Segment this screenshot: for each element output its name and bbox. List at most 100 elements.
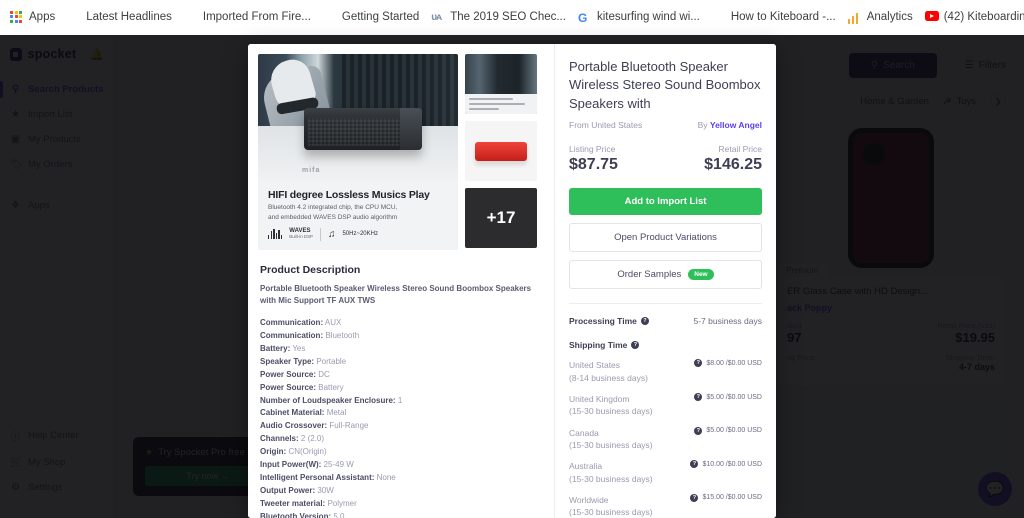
product-spec-item: Communication: Bluetooth (260, 330, 542, 343)
product-description-lead: Portable Bluetooth Speaker Wireless Ster… (260, 284, 532, 306)
new-badge: New (688, 269, 714, 281)
shipping-rates-list: United States (8-14 business days)? $8.00… (569, 359, 762, 518)
processing-time-row: Processing Time ? 5-7 business days (569, 316, 762, 326)
spec-key: Intelligent Personal Assistant: (260, 473, 375, 483)
ua-icon: ᴜᴀ (431, 11, 442, 23)
product-brand-label: mifa (302, 167, 321, 174)
product-spec-item: Origin: CN(Origin) (260, 446, 542, 459)
product-spec-item: Output Power: 30W (260, 485, 542, 498)
spec-value: Metal (324, 408, 347, 418)
bookmark-kitesurfing-wind[interactable]: G kitesurfing wind wi... (574, 6, 708, 30)
product-spec-item: Power Source: Battery (260, 382, 542, 395)
product-supplier[interactable]: By Yellow Angel (698, 120, 762, 130)
shipping-cost: ? $10.00 /$0.00 USD (690, 460, 762, 469)
gallery-thumbnail-1[interactable] (465, 54, 537, 114)
google-icon: G (577, 10, 588, 25)
spec-key: Number of Loudspeaker Enclosure: (260, 395, 396, 405)
firefox-icon (323, 11, 337, 25)
divider (319, 227, 321, 241)
speaker-end-cap (400, 108, 422, 150)
shipping-cost-value: $15.00 /$0.00 USD (702, 494, 762, 502)
audio-bars-icon (268, 229, 283, 239)
retail-price-value: $146.25 (704, 156, 762, 174)
shipping-cost-value: $10.00 /$0.00 USD (702, 460, 762, 468)
bookmark-label: kitesurfing wind wi... (596, 10, 700, 23)
help-icon[interactable]: ? (694, 426, 703, 435)
product-description-heading: Product Description (260, 264, 361, 276)
bookmark-label: Latest Headlines (86, 10, 172, 23)
product-spec-item: Bluetooth Version: 5.0 (260, 511, 542, 518)
open-product-variations-button[interactable]: Open Product Variations (569, 223, 762, 253)
gallery-more-thumbnails-button[interactable]: +17 (465, 188, 537, 248)
spec-value: Yes (290, 343, 306, 353)
spec-value: None (374, 473, 396, 483)
listing-price-value: $87.75 (569, 156, 618, 174)
shipping-rate-row: United Kingdom (15-30 business days)? $5.… (569, 393, 762, 418)
bookmark-label: The 2019 SEO Chec... (450, 10, 566, 23)
product-spec-item: Communication: AUX (260, 317, 542, 330)
bookmark-2019-seo-checklist[interactable]: ᴜᴀ The 2019 SEO Chec... (427, 6, 574, 30)
product-description-section: Product Description Portable Bluetooth S… (248, 250, 554, 518)
product-spec-item: Audio Crossover: Full-Range (260, 420, 542, 433)
bookmark-apps[interactable]: Apps (6, 6, 63, 30)
order-samples-button[interactable]: Order Samples New (569, 260, 762, 290)
gallery-thumbnails: +17 (465, 54, 537, 250)
bookmark-label: (42) Kiteboarding L... (943, 10, 1024, 23)
spec-value: 30W (315, 486, 334, 496)
product-spec-item: Tweeter material: Polymer (260, 498, 542, 511)
close-icon[interactable]: ✕ (764, 22, 780, 38)
help-icon[interactable]: ? (694, 393, 703, 401)
bookmark-label: Analytics (866, 10, 913, 23)
spec-key: Communication: (260, 330, 324, 340)
help-icon[interactable]: ? (640, 317, 649, 326)
gallery-main-image[interactable]: mifa HIFI degree Lossless Musics Play Bl… (258, 54, 458, 250)
analytics-bars-icon (847, 12, 862, 24)
help-icon[interactable]: ? (694, 359, 703, 368)
spec-key: Power Source: (260, 369, 317, 379)
spec-key: Communication: (260, 317, 324, 327)
bookmark-label: How to Kiteboard -... (730, 10, 836, 23)
modal-left-panel: mifa HIFI degree Lossless Musics Play Bl… (248, 44, 554, 518)
spec-value: Polymer (325, 499, 357, 509)
spec-value: Battery (316, 382, 344, 392)
modal-right-panel: Portable Bluetooth Speaker Wireless Ster… (554, 44, 776, 518)
bookmark-label: Apps (29, 10, 56, 23)
hero-banner-text: HIFI degree Lossless Musics Play Bluetoo… (258, 182, 458, 250)
browser-bookmarks-bar: Apps Latest Headlines Imported From Fire… (0, 0, 1024, 35)
bookmark-label: Getting Started (341, 10, 420, 23)
add-to-import-list-button[interactable]: Add to Import List (569, 188, 762, 216)
gallery-thumbnail-2[interactable] (465, 121, 537, 181)
bookmark-getting-started[interactable]: Getting Started (319, 6, 427, 30)
shipping-cost: ? $5.00 /$0.00 USD (694, 426, 762, 435)
thumbnail-caption-plate (465, 94, 537, 114)
spec-value: 5.0 (331, 512, 345, 518)
spec-key: Input Power(W): (260, 460, 322, 470)
help-icon[interactable]: ? (690, 460, 699, 469)
waves-badge-sub: Built-in DSP (289, 233, 313, 239)
bookmark-analytics[interactable]: Analytics (844, 6, 921, 30)
spec-key: Battery: (260, 343, 291, 353)
bookmark-imported-from-firefox[interactable]: Imported From Fire... (180, 6, 319, 30)
spec-key: Audio Crossover: (260, 421, 328, 431)
spec-value: CN(Origin) (286, 447, 327, 457)
frequency-range-label: 50Hz~20KHz (342, 231, 378, 237)
help-icon[interactable]: ? (631, 341, 640, 350)
product-spec-item: Cabinet Material: Metal (260, 407, 542, 420)
shipping-cost-value: $5.00 /$0.00 USD (706, 427, 762, 435)
product-title: Portable Bluetooth Speaker Wireless Ster… (569, 59, 761, 111)
shipping-rate-row: United States (8-14 business days)? $8.00… (569, 359, 762, 384)
order-samples-label: Order Samples (617, 269, 682, 281)
product-origin: From United States (569, 120, 643, 131)
bookmark-latest-headlines[interactable]: Latest Headlines (63, 6, 180, 30)
product-spec-item: Input Power(W): 25-49 W (260, 459, 542, 472)
bookmark-kiteboarding-youtube[interactable]: (42) Kiteboarding L... (921, 6, 1024, 30)
help-icon[interactable]: ? (690, 493, 699, 502)
processing-time-value: 5-7 business days (693, 316, 762, 327)
more-count-label: +17 (486, 208, 516, 227)
spec-value: AUX (323, 317, 342, 327)
product-prices: Listing Price $87.75 Retail Price $146.2… (569, 144, 762, 174)
shipping-cost: ? $5.00 /$0.00 USD (694, 393, 762, 401)
spec-key: Origin: (260, 447, 287, 457)
spec-value: DC (316, 369, 330, 379)
shipping-rate-row: Australia (15-30 business days)? $10.00 /… (569, 460, 762, 485)
